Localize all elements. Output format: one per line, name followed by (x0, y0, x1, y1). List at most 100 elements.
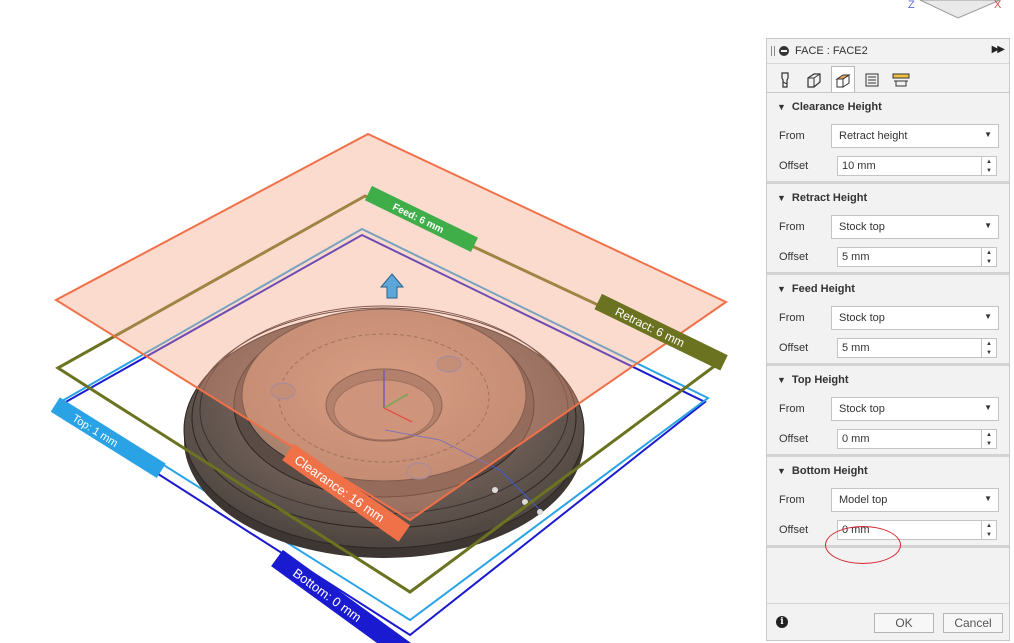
passes-icon (865, 73, 879, 87)
spinner[interactable]: ▲ ▼ (981, 521, 996, 539)
clearance-height-section: ▼ Clearance Height From Retract height ▼ Offs… (767, 93, 1009, 184)
retract-height-from-value: Stock top (839, 221, 885, 233)
collapse-icon[interactable] (779, 46, 789, 56)
tool-icon (781, 72, 789, 88)
drag-grip-icon[interactable] (771, 46, 775, 56)
dropdown-caret-icon[interactable]: ▼ (984, 312, 992, 321)
bottom-height-header[interactable]: ▼ Bottom Height (767, 457, 1009, 485)
top-height-from-row: From Stock top ▼ (767, 394, 1009, 424)
collapse-triangle-icon[interactable]: ▼ (777, 193, 786, 203)
dialog-title: FACE : FACE2 (795, 45, 868, 57)
feed-height-from-select[interactable]: Stock top ▼ (831, 306, 999, 330)
spin-down-icon[interactable]: ▼ (986, 532, 992, 538)
offset-label: Offset (779, 251, 809, 263)
tab-linking[interactable] (889, 68, 913, 92)
collapse-triangle-icon[interactable]: ▼ (777, 284, 786, 294)
from-label: From (779, 130, 805, 142)
from-label: From (779, 312, 805, 324)
bottom-height-title: Bottom Height (791, 465, 868, 477)
bottom-height-tag: Bottom: 0 mm (290, 565, 364, 625)
spin-down-icon[interactable]: ▼ (986, 350, 992, 356)
dropdown-caret-icon[interactable]: ▼ (984, 221, 992, 230)
ok-button[interactable]: OK (874, 613, 934, 633)
top-height-offset-row: Offset 0 mm ▲ ▼ (767, 424, 1009, 454)
offset-label: Offset (779, 160, 809, 172)
viewcube-x-label: X (994, 0, 1002, 11)
dropdown-caret-icon[interactable]: ▼ (984, 494, 992, 503)
from-label: From (779, 403, 805, 415)
spin-up-icon[interactable]: ▲ (986, 250, 992, 256)
spin-up-icon[interactable]: ▲ (986, 159, 992, 165)
tab-passes[interactable] (860, 68, 884, 92)
spinner[interactable]: ▲ ▼ (981, 157, 996, 175)
offset-label: Offset (779, 524, 809, 536)
offset-label: Offset (779, 342, 809, 354)
feed-height-offset-input[interactable]: 5 mm ▲ ▼ (837, 338, 997, 358)
from-label: From (779, 221, 805, 233)
tab-geometry[interactable] (802, 68, 826, 92)
spin-down-icon[interactable]: ▼ (986, 168, 992, 174)
spin-up-icon[interactable]: ▲ (986, 523, 992, 529)
from-label: From (779, 494, 805, 506)
bottom-height-offset-input[interactable]: 0 mm ▲ ▼ (837, 520, 997, 540)
retract-height-section: ▼ Retract Height From Stock top ▼ Offset 5 mm ▲… (767, 184, 1009, 275)
clearance-height-offset-row: Offset 10 mm ▲ ▼ (767, 151, 1009, 181)
bottom-height-offset-value: 0 mm (842, 524, 870, 536)
feed-height-from-row: From Stock top ▼ (767, 303, 1009, 333)
spin-down-icon[interactable]: ▼ (986, 259, 992, 265)
feed-height-title: Feed Height (791, 283, 855, 295)
viewport-canvas: Feed: 6 mm Retract: 6 mm Top: 1 mm Clear… (50, 132, 729, 643)
feed-height-offset-row: Offset 5 mm ▲ ▼ (767, 333, 1009, 363)
clearance-height-from-row: From Retract height ▼ (767, 121, 1009, 151)
feed-height-section: ▼ Feed Height From Stock top ▼ Offset 5 mm ▲ ▼ (767, 275, 1009, 366)
viewcube-corner[interactable]: Z X (900, 0, 1014, 24)
feed-height-header[interactable]: ▼ Feed Height (767, 275, 1009, 303)
linking-icon (892, 73, 910, 87)
feed-height-offset-value: 5 mm (842, 342, 870, 354)
tab-tool[interactable] (773, 68, 797, 92)
feed-height-from-value: Stock top (839, 312, 885, 324)
info-icon[interactable]: i (776, 616, 788, 628)
dialog-header[interactable]: FACE : FACE2 ▶▶ (767, 39, 1009, 64)
collapse-triangle-icon[interactable]: ▼ (777, 375, 786, 385)
bottom-height-from-select[interactable]: Model top ▼ (831, 488, 999, 512)
geometry-icon (807, 73, 821, 88)
top-height-offset-input[interactable]: 0 mm ▲ ▼ (837, 429, 997, 449)
bottom-height-section: ▼ Bottom Height From Model top ▼ Offset 0 mm ▲ ▼ (767, 457, 1009, 548)
top-height-title: Top Height (791, 374, 849, 386)
dialog-footer: i OK Cancel (767, 603, 1009, 640)
top-height-from-value: Stock top (839, 403, 885, 415)
retract-height-from-select[interactable]: Stock top ▼ (831, 215, 999, 239)
collapse-triangle-icon[interactable]: ▼ (777, 102, 786, 112)
tab-heights[interactable] (831, 66, 855, 92)
clearance-height-header[interactable]: ▼ Clearance Height (767, 93, 1009, 121)
retract-height-from-row: From Stock top ▼ (767, 212, 1009, 242)
top-height-from-select[interactable]: Stock top ▼ (831, 397, 999, 421)
retract-height-offset-value: 5 mm (842, 251, 870, 263)
bottom-height-from-row: From Model top ▼ (767, 485, 1009, 515)
dropdown-caret-icon[interactable]: ▼ (984, 403, 992, 412)
face-operation-dialog: FACE : FACE2 ▶▶ ▼ Clearance Height From Ret… (766, 38, 1010, 641)
spinner[interactable]: ▲ ▼ (981, 339, 996, 357)
spinner[interactable]: ▲ ▼ (981, 248, 996, 266)
clearance-height-from-select[interactable]: Retract height ▼ (831, 124, 999, 148)
collapse-triangle-icon[interactable]: ▼ (777, 466, 786, 476)
spin-up-icon[interactable]: ▲ (986, 341, 992, 347)
clearance-height-offset-value: 10 mm (842, 160, 876, 172)
retract-height-offset-input[interactable]: 5 mm ▲ ▼ (837, 247, 997, 267)
clearance-height-offset-input[interactable]: 10 mm ▲ ▼ (837, 156, 997, 176)
bottom-height-from-value: Model top (839, 494, 888, 506)
offset-label: Offset (779, 433, 809, 445)
spinner[interactable]: ▲ ▼ (981, 430, 996, 448)
graphics-viewport[interactable]: Feed: 6 mm Retract: 6 mm Top: 1 mm Clear… (0, 0, 766, 643)
spin-down-icon[interactable]: ▼ (986, 441, 992, 447)
cancel-button[interactable]: Cancel (943, 613, 1003, 633)
dialog-tabs (767, 64, 1009, 93)
retract-height-header[interactable]: ▼ Retract Height (767, 184, 1009, 212)
clearance-height-title: Clearance Height (791, 101, 882, 113)
bottom-height-offset-row: Offset 0 mm ▲ ▼ (767, 515, 1009, 545)
top-height-header[interactable]: ▼ Top Height (767, 366, 1009, 394)
dropdown-caret-icon[interactable]: ▼ (984, 130, 992, 139)
expand-icon[interactable]: ▶▶ (992, 44, 1005, 55)
spin-up-icon[interactable]: ▲ (986, 432, 992, 438)
